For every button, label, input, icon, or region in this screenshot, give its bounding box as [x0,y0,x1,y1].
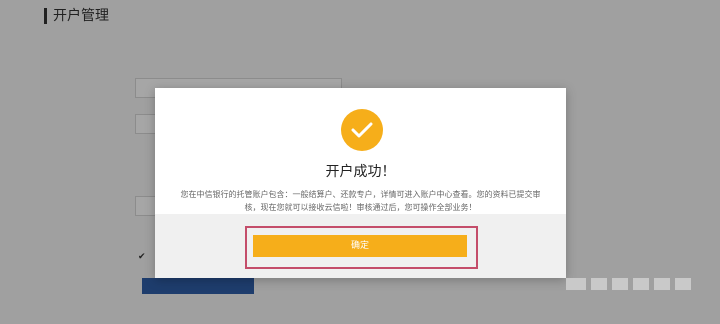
dialog-title: 开户成功！ [325,164,396,180]
watermark-mark [633,278,649,290]
check-icon [351,122,373,138]
watermark-mark [566,278,586,290]
check-circle-icon [341,109,383,151]
watermark-mark [654,278,670,290]
confirm-button[interactable]: 确定 [253,235,467,257]
watermark-mark [675,278,691,290]
dialog-message: 您在中信银行的托管账户包含：一般结算户、还款专户，详情可进入账户中心查看。您的资… [180,190,541,212]
success-dialog: 开户成功！ 您在中信银行的托管账户包含：一般结算户、还款专户，详情可进入账户中心… [155,88,566,278]
watermark-mark [591,278,607,290]
watermark-logo [566,273,698,295]
watermark-mark [612,278,628,290]
